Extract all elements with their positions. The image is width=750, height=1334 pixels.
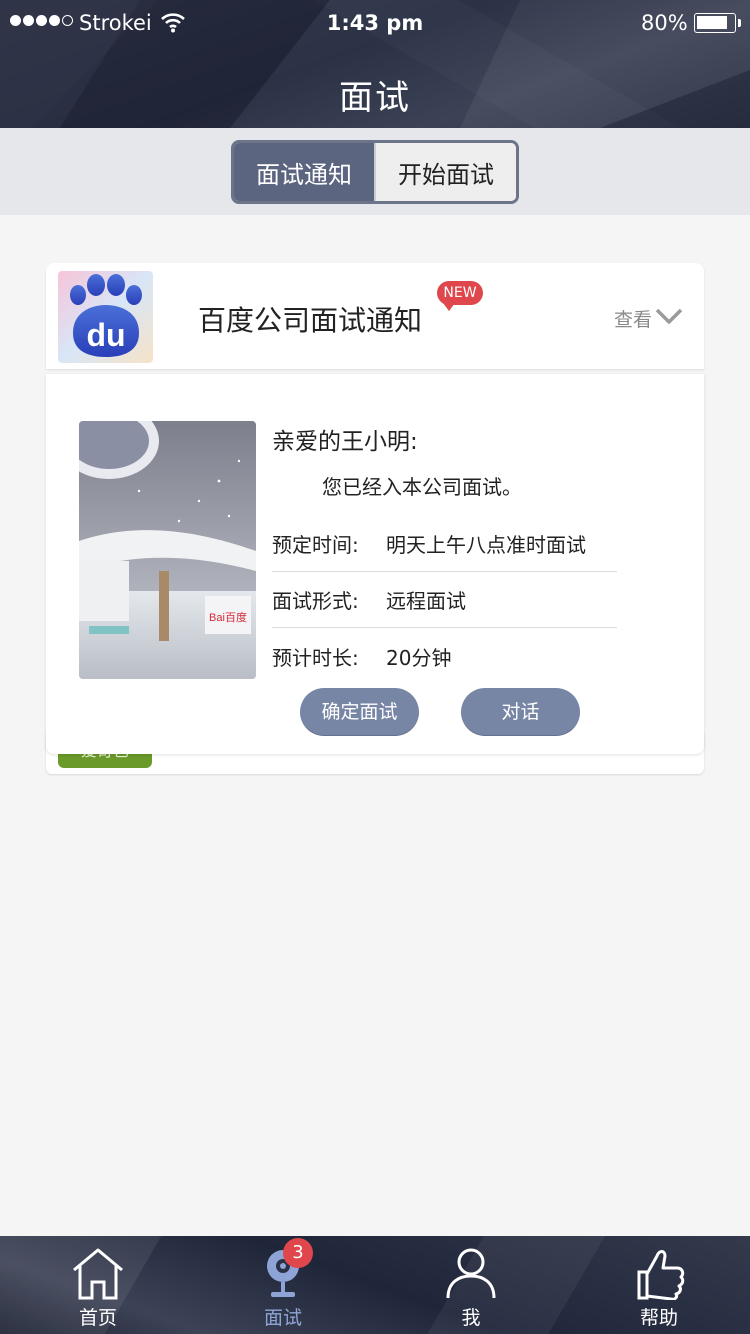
tab-home[interactable]: 首页 [38, 1236, 158, 1334]
new-badge: NEW [437, 281, 483, 311]
confirm-interview-button[interactable]: 确定面试 [300, 688, 419, 736]
baidu-logo-icon: du [58, 271, 153, 363]
photo-sign-text: Bai百度 [209, 610, 247, 624]
home-icon [73, 1248, 123, 1300]
baidu-logo-text: du [86, 317, 125, 353]
info-label-format: 面试形式: [272, 589, 359, 613]
info-label-duration: 预计时长: [272, 645, 359, 670]
info-row-duration: 预计时长: 20分钟 [272, 628, 617, 684]
info-row-time: 预定时间: 明天上午八点准时面试 [272, 516, 617, 572]
tab-bar: 首页 3 面试 我 帮助 [0, 1236, 750, 1334]
page-title: 面试 [339, 78, 411, 118]
clock: 1:43 pm [326, 11, 424, 35]
tab-interview-label: 面试 [263, 1307, 302, 1329]
segment-bar: 面试通知 开始面试 [0, 128, 750, 215]
tab-help[interactable]: 帮助 [599, 1236, 719, 1334]
notice-title: 百度公司面试通知 [198, 304, 423, 337]
info-value-duration: 20分钟 [386, 645, 452, 670]
tab-me[interactable]: 我 [411, 1236, 531, 1334]
notice-card-body: Bai百度 亲爱的王小明: 您已经入本公司面试。 预定时间: 明天上午八点准时面… [46, 374, 704, 754]
tab-interview-notice[interactable]: 面试通知 [234, 143, 374, 201]
notice-card-header[interactable]: du 百度公司面试通知 NEW 查看 [46, 263, 704, 369]
chevron-down-icon[interactable] [654, 305, 684, 327]
greeting-text: 亲爱的王小明: [272, 429, 418, 455]
person-icon [446, 1248, 496, 1299]
thumbs-up-icon [637, 1250, 685, 1300]
tab-me-label: 我 [461, 1307, 481, 1329]
info-value-format: 远程面试 [386, 589, 466, 613]
info-value-time: 明天上午八点准时面试 [386, 533, 586, 557]
tab-help-label: 帮助 [639, 1307, 678, 1329]
segmented-control: 面试通知 开始面试 [231, 140, 519, 204]
intro-text: 您已经入本公司面试。 [322, 475, 522, 499]
tab-start-interview[interactable]: 开始面试 [374, 143, 516, 201]
status-bar: Strokei 1:43 pm 80% [0, 0, 750, 46]
tab-home-label: 首页 [78, 1307, 117, 1329]
battery-icon [694, 13, 741, 33]
info-label-time: 预定时间: [272, 533, 359, 557]
header: Strokei 1:43 pm 80% 面试 [0, 0, 750, 128]
office-photo: Bai百度 [79, 421, 256, 679]
view-toggle-label[interactable]: 查看 [614, 305, 652, 332]
tab-interview[interactable]: 3 面试 [223, 1236, 343, 1334]
info-row-format: 面试形式: 远程面试 [272, 572, 617, 628]
chat-button[interactable]: 对话 [461, 688, 580, 736]
battery-percentage: 80% [641, 11, 688, 35]
interview-count-badge: 3 [283, 1238, 313, 1268]
